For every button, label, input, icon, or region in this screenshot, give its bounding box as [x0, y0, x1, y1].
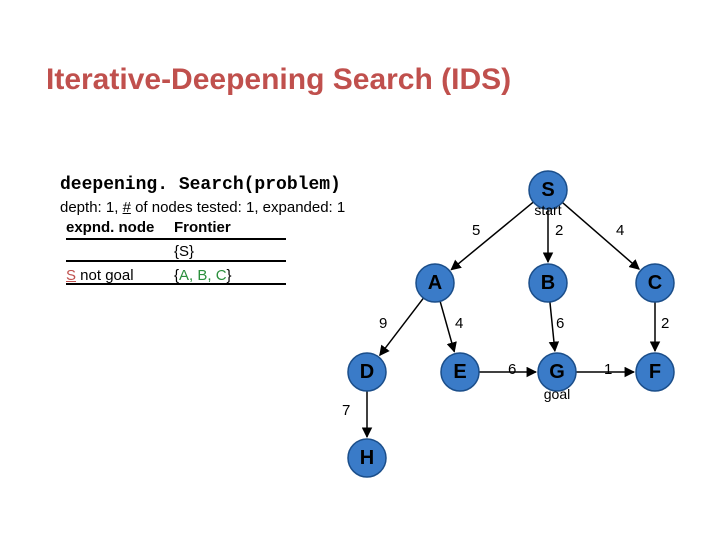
- node-label: S: [541, 179, 554, 201]
- edge-weight: 2: [661, 315, 669, 332]
- edge-weight: 5: [472, 222, 480, 239]
- edge-weight: 6: [556, 315, 564, 332]
- edge-weight: 4: [455, 315, 463, 332]
- edge-weight: 7: [342, 402, 350, 419]
- node-label: H: [360, 447, 374, 469]
- node-label: G: [549, 361, 565, 383]
- edge-weight: 9: [379, 315, 387, 332]
- edge-weight: 1: [604, 361, 612, 378]
- search-tree: 5 2 4 9 4 6 2 6 1 7 Sstart A B C D E Ggoal F H: [0, 0, 720, 540]
- node-sublabel: start: [534, 202, 561, 218]
- node-label: F: [649, 361, 661, 383]
- node-label: E: [453, 361, 466, 383]
- node-sublabel: goal: [544, 386, 570, 402]
- node-label: A: [428, 272, 442, 294]
- edge-weight: 4: [616, 222, 624, 239]
- node-label: C: [648, 272, 662, 294]
- edge-weight: 2: [555, 222, 563, 239]
- node-label: D: [360, 361, 374, 383]
- edge-weight: 6: [508, 361, 516, 378]
- node-label: B: [541, 272, 555, 294]
